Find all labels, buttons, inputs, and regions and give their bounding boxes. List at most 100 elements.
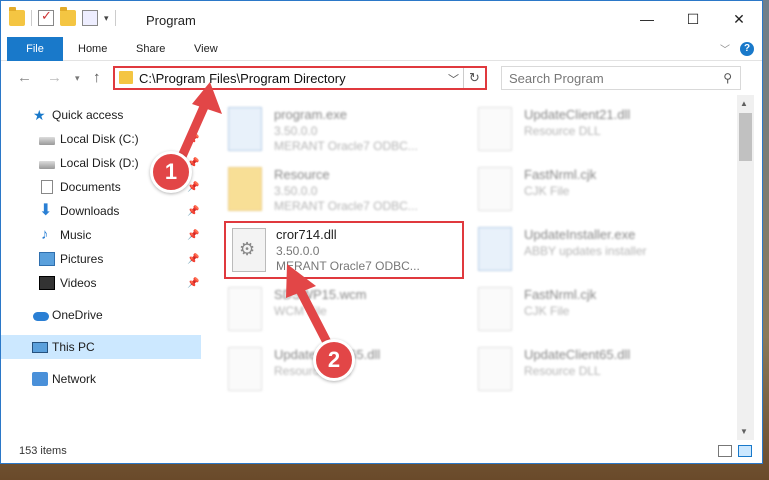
dll-icon: ⚙ (232, 228, 266, 272)
chevron-down-icon[interactable]: ﹀ (448, 71, 459, 87)
close-button[interactable]: ✕ (716, 1, 762, 37)
search-placeholder: Search Program (509, 71, 604, 86)
sidebar-item-this-pc[interactable]: This PC (1, 335, 201, 359)
star-icon: ★ (33, 107, 46, 123)
pin-icon[interactable]: 📌 (187, 278, 199, 289)
file-item[interactable]: SDSWP15.wcm WCM File (204, 281, 454, 337)
pin-icon[interactable]: 📌 (187, 230, 199, 241)
recent-locations-button[interactable]: ▾ (75, 73, 80, 84)
expand-ribbon-icon[interactable]: ﹀ (720, 41, 730, 56)
refresh-button[interactable]: ↻ (463, 68, 485, 88)
file-item-highlighted[interactable]: ⚙ cror714.dll 3.50.0.0 MERANT Oracle7 OD… (224, 221, 464, 279)
sidebar-item-label: Local Disk (C:) (60, 132, 139, 146)
sidebar-item-local-disk-c[interactable]: Local Disk (C:) 📌 (1, 127, 201, 151)
tab-view[interactable]: View (194, 37, 218, 61)
sidebar-item-network[interactable]: Network (1, 367, 201, 391)
onedrive-icon (33, 311, 49, 321)
dll-icon (478, 347, 512, 391)
pictures-icon (39, 252, 55, 266)
sidebar-item-label: Music (60, 228, 92, 242)
exe-icon (478, 227, 512, 271)
dll-icon (478, 107, 512, 151)
large-icons-view-icon[interactable] (738, 445, 752, 457)
documents-icon (41, 180, 53, 194)
file-name: UpdateClient21.dll (524, 107, 631, 122)
help-icon[interactable]: ? (740, 41, 754, 56)
sidebar-item-pictures[interactable]: Pictures 📌 (1, 247, 201, 271)
file-item[interactable]: FastNrml.cjk CJK File (454, 281, 704, 337)
sidebar-item-label: Documents (60, 180, 121, 194)
navigation-bar: ← → ▾ ↑ C:\Program Files\Program Directo… (1, 61, 762, 95)
sidebar-item-label: Local Disk (D:) (60, 156, 139, 170)
item-count: 153 items (19, 445, 67, 457)
properties-icon[interactable] (82, 10, 98, 26)
pin-icon[interactable]: 📌 (187, 206, 199, 217)
pin-icon[interactable]: 📌 (187, 254, 199, 265)
address-bar[interactable]: C:\Program Files\Program Directory ﹀ ↻ (113, 66, 487, 90)
tab-home[interactable]: Home (78, 37, 107, 61)
toolbar-divider (114, 10, 116, 26)
scroll-up-icon[interactable]: ▲ (740, 99, 748, 108)
explorer-window: ▾ Program — ☐ ✕ File Home Share View ﹀ ?… (0, 0, 763, 464)
file-item[interactable]: UpdateInstaller.exe ABBY updates install… (454, 221, 704, 277)
customize-toolbar-icon[interactable]: ▾ (104, 13, 109, 24)
window-title: Program (146, 13, 196, 28)
search-icon[interactable]: ⚲ (723, 71, 732, 85)
sidebar-item-music[interactable]: ♪ Music 📌 (1, 223, 201, 247)
details-view-icon[interactable] (718, 445, 732, 457)
dll-icon (228, 347, 262, 391)
sidebar-item-label: Pictures (60, 252, 104, 266)
drive-icon (39, 136, 55, 145)
file-item[interactable]: UpdateClient65.dll Resource DLL (454, 341, 704, 397)
sidebar-item-quick-access[interactable]: ★ Quick access (1, 103, 201, 127)
new-folder-icon[interactable] (60, 7, 76, 26)
sidebar-item-label: Downloads (60, 204, 120, 218)
pin-icon[interactable]: 📌 (187, 134, 199, 145)
up-button[interactable]: ↑ (93, 69, 101, 86)
file-description: MERANT Oracle7 ODBC... (274, 199, 418, 213)
sidebar-item-label: This PC (52, 340, 95, 354)
music-icon: ♪ (41, 226, 49, 243)
status-bar: 153 items (1, 440, 762, 463)
file-description: MERANT Oracle7 ODBC... (276, 259, 420, 273)
videos-icon (39, 276, 55, 290)
file-name: FastNrml.cjk (524, 287, 597, 302)
back-button[interactable]: ← (17, 69, 32, 86)
file-item[interactable]: program.exe 3.50.0.0 MERANT Oracle7 ODBC… (204, 101, 454, 157)
file-type: ABBY updates installer (524, 244, 647, 258)
file-type: Resource DLL (524, 124, 601, 138)
pin-icon[interactable]: 📌 (187, 182, 199, 193)
sidebar-item-downloads[interactable]: ⬇ Downloads 📌 (1, 199, 201, 223)
scrollbar-thumb[interactable] (739, 113, 752, 161)
scroll-down-icon[interactable]: ▼ (740, 427, 748, 436)
vertical-scrollbar[interactable]: ▲ ▼ (737, 95, 754, 440)
toolbar-divider (31, 10, 32, 26)
computer-icon (32, 341, 48, 353)
file-item[interactable]: Resource 3.50.0.0 MERANT Oracle7 ODBC... (204, 161, 454, 217)
sidebar-item-label: OneDrive (52, 308, 103, 322)
step-2-callout: 2 (313, 339, 355, 381)
minimize-button[interactable]: — (624, 1, 670, 37)
navigation-pane: ★ Quick access Local Disk (C:) 📌 Local D… (1, 95, 201, 430)
tab-share[interactable]: Share (136, 37, 165, 61)
network-icon (32, 372, 48, 386)
file-version: 3.50.0.0 (274, 184, 318, 198)
file-icon (228, 287, 262, 331)
ribbon-right-controls: ﹀ ? (720, 41, 754, 56)
sidebar-item-label: Videos (60, 276, 97, 290)
file-version: 3.50.0.0 (274, 124, 318, 138)
folder-icon (9, 7, 25, 26)
maximize-button[interactable]: ☐ (670, 1, 716, 37)
file-name: SDSWP15.wcm (274, 287, 367, 302)
file-item[interactable]: FastNrml.cjk CJK File (454, 161, 704, 217)
address-path[interactable]: C:\Program Files\Program Directory (139, 71, 346, 86)
file-item[interactable]: UpdateClient21.dll Resource DLL (454, 101, 704, 157)
sidebar-item-videos[interactable]: Videos 📌 (1, 271, 201, 295)
properties-check-icon[interactable] (38, 8, 54, 26)
file-type: CJK File (524, 184, 570, 198)
file-name: cror714.dll (276, 227, 337, 242)
forward-button[interactable]: → (47, 69, 62, 86)
search-input[interactable]: Search Program ⚲ (501, 66, 741, 90)
file-icon (478, 287, 512, 331)
sidebar-item-onedrive[interactable]: OneDrive (1, 303, 201, 327)
